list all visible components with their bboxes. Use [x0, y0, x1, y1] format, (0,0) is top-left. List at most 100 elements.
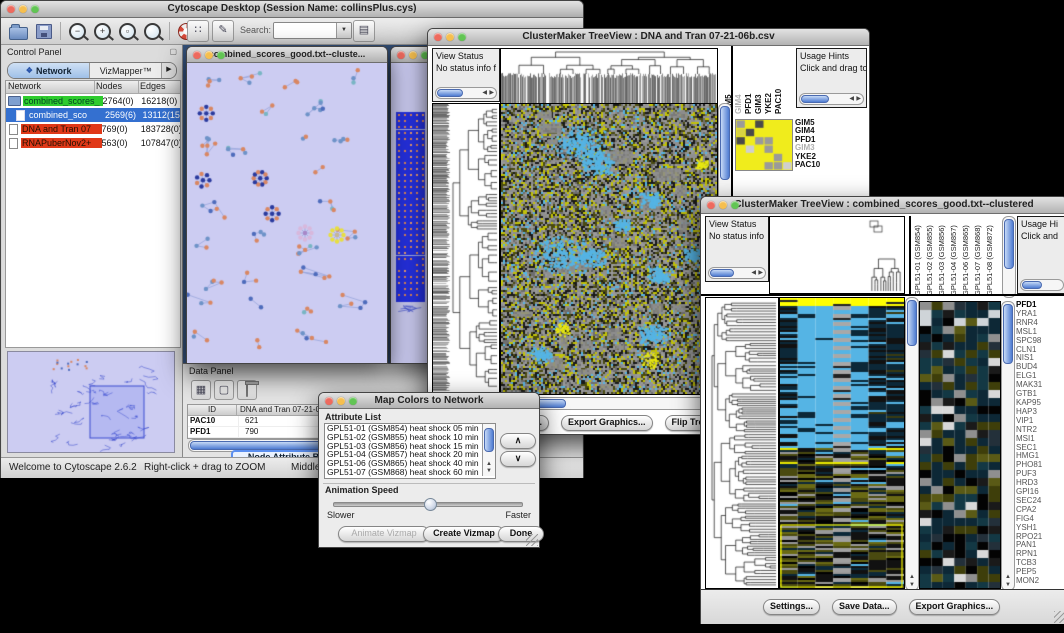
close-icon[interactable]	[325, 397, 333, 405]
slider-thumb[interactable]	[424, 498, 437, 511]
attribute-browser-icon[interactable]: ▤	[353, 20, 375, 42]
attribute-item[interactable]: GPL51-02 (GSM855) heat shock 10 min	[325, 433, 482, 442]
zoom-window-icon[interactable]	[349, 397, 357, 405]
tv2-global-vscrollbar[interactable]: ▲▼	[905, 297, 919, 591]
close-icon[interactable]	[434, 33, 442, 41]
window-controls	[7, 5, 39, 13]
network-table-row[interactable]: combined_scores_2764(0)16218(0)	[6, 94, 180, 108]
treeview2-title-bar[interactable]: ClusterMaker TreeView : combined_scores_…	[701, 197, 1064, 214]
close-icon[interactable]	[397, 51, 405, 59]
tv1-status-hscrollbar[interactable]: ◀▶	[435, 87, 497, 99]
cell-id: PFD1	[188, 427, 239, 437]
edit-network-icon[interactable]: ✎	[212, 20, 234, 42]
zoom-window-icon[interactable]	[217, 51, 225, 59]
minimize-icon[interactable]	[205, 51, 213, 59]
minimize-icon[interactable]	[409, 51, 417, 59]
tv1-usage-hints-panel: Usage Hints Click and drag to ◀▶	[796, 48, 867, 108]
export-graphics-button[interactable]: Export Graphics...	[561, 415, 653, 431]
tv2-column-dendrogram[interactable]	[769, 216, 905, 294]
attribute-item[interactable]: GPL51-04 (GSM857) heat shock 20 min	[325, 450, 482, 459]
tab-overflow-arrow-icon[interactable]: ▶	[161, 63, 176, 78]
control-panel: Control Panel ▢ ❖ Network VizMapper™ ▶ N…	[2, 45, 183, 457]
resize-grip[interactable]	[526, 534, 538, 546]
network-overview-thumbnail[interactable]	[7, 351, 175, 453]
zoom-in-icon[interactable]: +	[94, 23, 111, 40]
close-icon[interactable]	[193, 51, 201, 59]
tv2-zoom-heatmap[interactable]	[919, 301, 1001, 589]
settings-button[interactable]: Settings...	[763, 599, 820, 615]
tv1-column-label: PAC10	[774, 50, 783, 114]
tv2-button-bar: Settings... Save Data... Export Graphics..…	[763, 599, 1000, 615]
search-input[interactable]	[274, 23, 336, 36]
attribute-list-vscrollbar[interactable]: ▲▼	[482, 424, 495, 476]
network-table-body: combined_scores_2764(0)16218(0)combined_…	[6, 94, 180, 150]
tv1-row-label: PAC10	[795, 161, 835, 169]
tv2-global-heatmap[interactable]	[779, 297, 905, 589]
tv2-column-label: GPL51-07 (GSM868)	[973, 218, 984, 296]
status-hint-zoom: Right-click + drag to ZOOM	[144, 462, 265, 473]
animation-speed-slider[interactable]	[333, 502, 523, 507]
zoom-window-icon[interactable]	[31, 5, 39, 13]
tv2-zoom-vscrollbar[interactable]: ▲▼	[1001, 301, 1015, 591]
move-down-button[interactable]: ∨	[500, 451, 536, 467]
network-table: Network Nodes Edges combined_scores_2764…	[5, 80, 181, 348]
network1-title-bar[interactable]: combined_scores_good.txt--cluste...	[187, 47, 387, 63]
tv1-column-dendrogram[interactable]	[500, 48, 718, 104]
slower-label: Slower	[327, 510, 355, 520]
close-icon[interactable]	[707, 201, 715, 209]
create-vizmap-button[interactable]: Create Vizmap	[423, 526, 505, 542]
network-nodes: 769(0)	[102, 124, 141, 134]
file-icon	[9, 124, 18, 135]
network-table-row[interactable]: DNA and Tran 07769(0)183728(0)	[6, 122, 180, 136]
save-data-button[interactable]: Save Data...	[832, 599, 897, 615]
delete-attribute-icon[interactable]	[237, 380, 257, 400]
table-mode-icon[interactable]: ▦	[191, 380, 211, 400]
tv2-status-hscrollbar[interactable]: ◀▶	[708, 267, 766, 279]
minimize-icon[interactable]	[719, 201, 727, 209]
dialog-title-bar[interactable]: Map Colors to Network	[319, 393, 539, 409]
float-panel-icon[interactable]: ▢	[169, 47, 177, 56]
attribute-listbox[interactable]: GPL51-01 (GSM854) heat shock 05 minGPL51…	[324, 423, 496, 479]
tv1-global-heatmap[interactable]	[500, 103, 718, 395]
attribute-item[interactable]: GPL51-07 (GSM868) heat shock 60 min	[325, 468, 482, 477]
zoom-fit-icon[interactable]	[144, 23, 161, 40]
open-session-icon[interactable]	[9, 27, 28, 40]
minimize-icon[interactable]	[446, 33, 454, 41]
vizmapper-icon[interactable]: ∷	[187, 20, 209, 42]
tv1-zoom-heatmap[interactable]	[735, 119, 793, 171]
attribute-item[interactable]: GPL51-01 (GSM854) heat shock 05 min	[325, 424, 482, 433]
tv1-column-label: YKE2	[764, 50, 773, 114]
attribute-item[interactable]: GPL51-06 (GSM865) heat shock 40 min	[325, 459, 482, 468]
new-attribute-icon[interactable]: ▢	[214, 380, 234, 400]
treeview1-title-bar[interactable]: ClusterMaker TreeView : DNA and Tran 07-…	[428, 29, 869, 46]
move-up-button[interactable]: ∧	[500, 433, 536, 449]
tv2-row-dendrogram[interactable]	[705, 297, 779, 589]
tv2-hints-hscrollbar[interactable]	[1020, 279, 1064, 291]
tv2-view-status-text: No status info	[706, 229, 768, 241]
chevron-down-icon[interactable]: ▼	[336, 23, 351, 38]
desktop: Cytoscape Desktop (Session Name: collins…	[0, 0, 1064, 633]
export-graphics-button[interactable]: Export Graphics...	[909, 599, 1001, 615]
search-combo[interactable]: ▼	[273, 22, 352, 39]
zoom-selected-icon[interactable]: ▫	[119, 23, 136, 40]
animation-speed-label: Animation Speed	[325, 485, 399, 495]
zoom-window-icon[interactable]	[731, 201, 739, 209]
minimize-icon[interactable]	[337, 397, 345, 405]
tv1-row-dendrogram[interactable]	[432, 103, 500, 395]
resize-grip[interactable]	[1054, 611, 1064, 623]
close-icon[interactable]	[7, 5, 15, 13]
minimize-icon[interactable]	[19, 5, 27, 13]
tv1-hints-hscrollbar[interactable]: ◀▶	[799, 93, 864, 105]
tv2-collabel-vscrollbar[interactable]	[1002, 216, 1016, 298]
attribute-item[interactable]: GPL51-03 (GSM856) heat shock 15 min	[325, 442, 482, 451]
network-table-row[interactable]: combined_sco2569(6)13112(15)	[6, 108, 180, 122]
animate-vizmap-button[interactable]: Animate Vizmap	[338, 526, 430, 542]
zoom-window-icon[interactable]	[458, 33, 466, 41]
save-session-icon[interactable]	[36, 24, 52, 39]
network-table-row[interactable]: RNAPuberNov2+563(0)107847(0)	[6, 136, 180, 150]
main-title-bar[interactable]: Cytoscape Desktop (Session Name: collins…	[1, 1, 583, 18]
tab-network[interactable]: ❖ Network	[8, 63, 89, 78]
tab-vizmapper[interactable]: VizMapper™	[89, 63, 161, 78]
network1-canvas[interactable]	[187, 63, 385, 362]
zoom-out-icon[interactable]: −	[69, 23, 86, 40]
